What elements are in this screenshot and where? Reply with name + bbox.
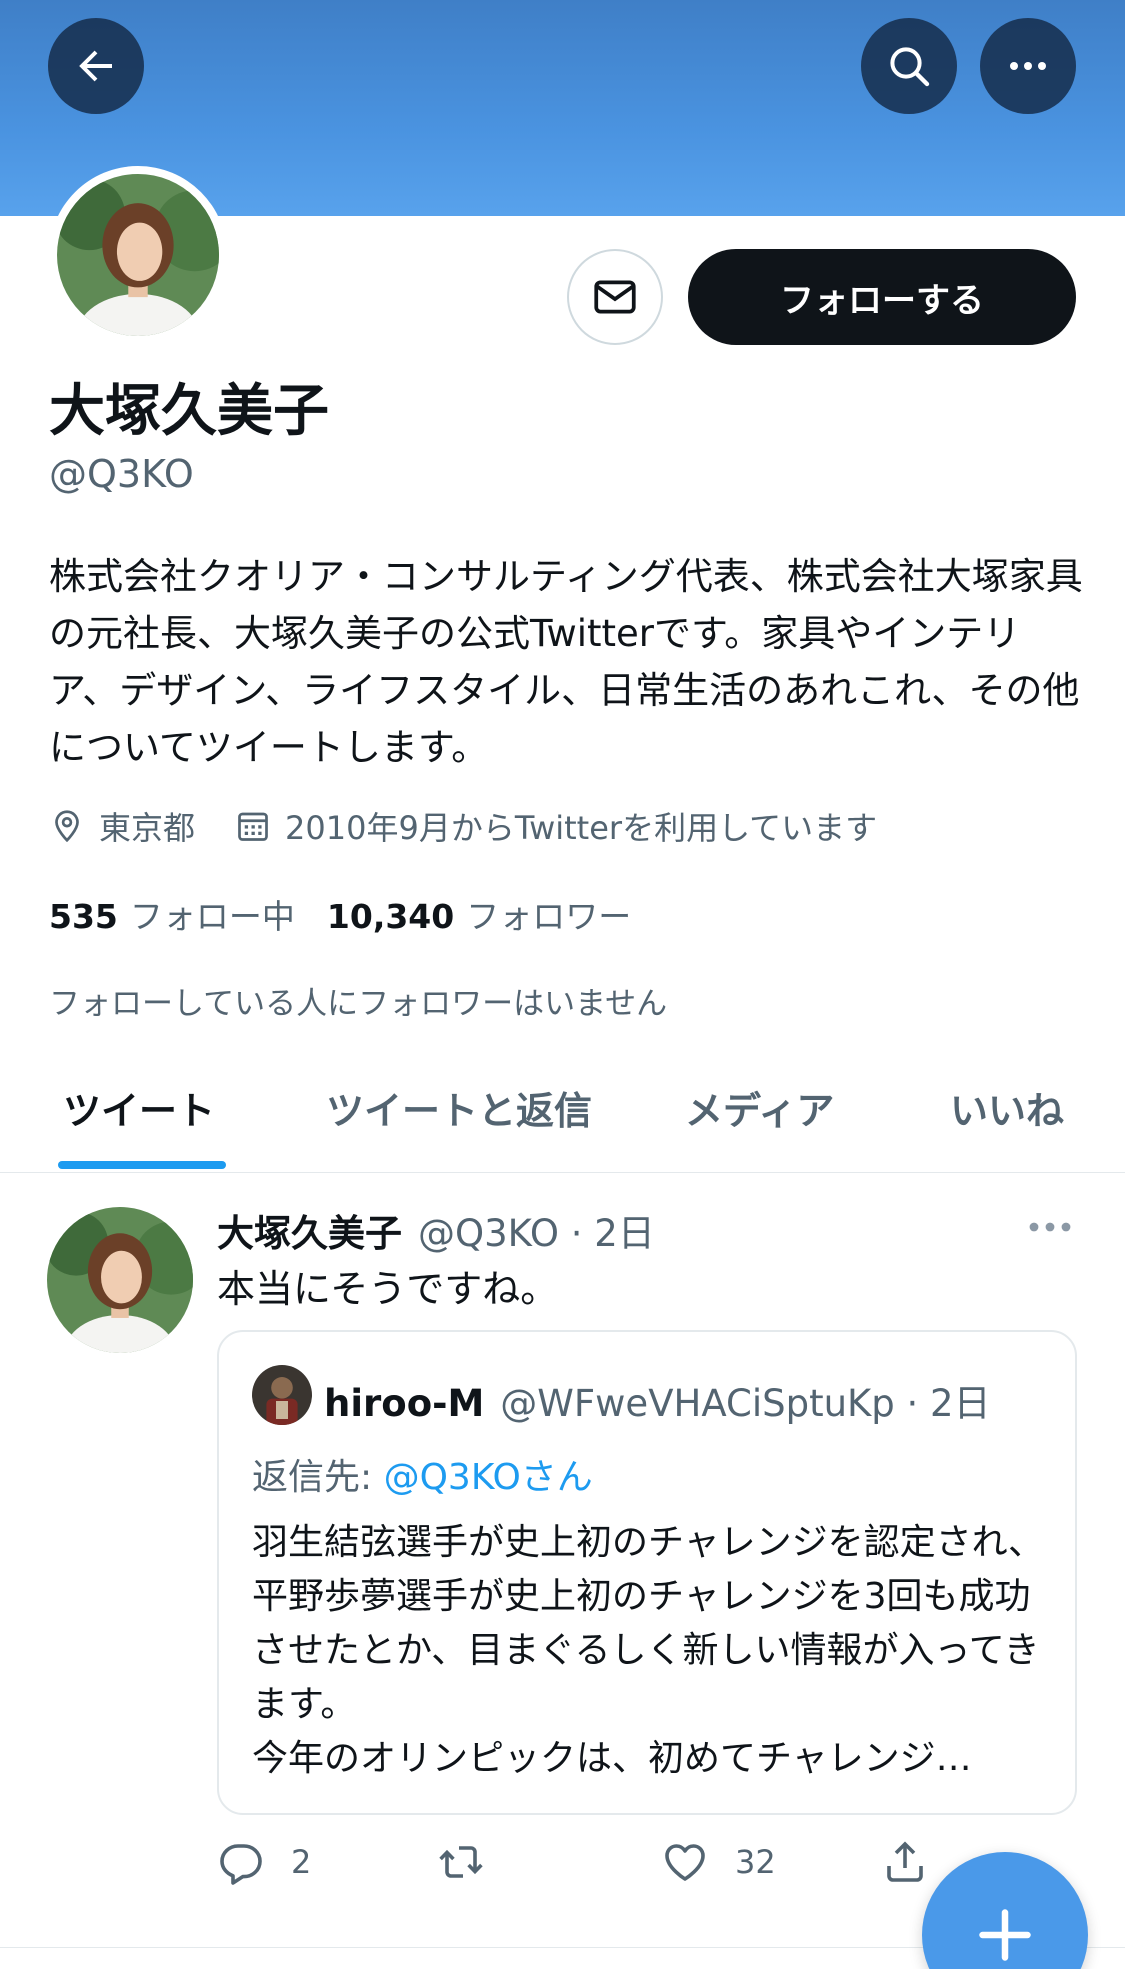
heart-icon (665, 1844, 705, 1881)
following-count: 535 (49, 897, 118, 936)
share-icon (887, 1841, 923, 1882)
profile-meta: 東京都 2010年9月からTwitterを利用しています (49, 804, 877, 848)
quoted-author-avatar (252, 1365, 312, 1425)
more-horizontal-icon (1029, 1222, 1071, 1232)
profile-display-name: 大塚久美子 (49, 379, 329, 444)
profile-tabs: ツイート ツイートと返信 メディア いいね (0, 1060, 1125, 1173)
retweet-icon (439, 1846, 483, 1878)
like-button[interactable]: 32 (661, 1838, 776, 1886)
follow-counts: 535 フォロー中 10,340 フォロワー (49, 890, 631, 938)
reply-prefix: 返信先: (252, 1457, 384, 1498)
tab-likes[interactable]: いいね (950, 1080, 1064, 1135)
tweet-author-name[interactable]: 大塚久美子 (217, 1203, 402, 1257)
reply-icon (220, 1844, 262, 1885)
avatar-photo (57, 174, 219, 336)
tab-tweets-and-replies[interactable]: ツイートと返信 (326, 1080, 592, 1135)
location: 東京都 (49, 803, 195, 849)
tab-media[interactable]: メディア (685, 1080, 834, 1135)
tweet-header: 大塚久美子 @Q3KO · 2日 (217, 1203, 655, 1257)
profile-handle: @Q3KO (49, 452, 194, 496)
followers-label: フォロワー (466, 897, 632, 936)
quoted-tweet-header: hiroo-M @WFweVHACiSptuKp · 2日 (324, 1373, 991, 1427)
followers-count: 10,340 (326, 897, 455, 936)
profile-bio: 株式会社クオリア・コンサルティング代表、株式会社大塚家具の元社長、大塚久美子の公… (49, 555, 1083, 769)
join-date-text: 2010年9月からTwitterを利用しています (285, 809, 878, 847)
reply-count: 2 (291, 1843, 312, 1881)
followers-you-know: フォローしている人にフォロワーはいません (49, 986, 668, 1022)
reply-button[interactable]: 2 (217, 1838, 311, 1886)
join-date: 2010年9月からTwitterを利用しています (235, 803, 877, 849)
quoted-author-name: hiroo-M (324, 1382, 485, 1425)
arrow-left-icon (79, 50, 112, 82)
tweet-text: 本当にそうですね。 (217, 1267, 559, 1311)
location-text: 東京都 (99, 809, 196, 847)
reply-mention-link[interactable]: @Q3KOさん (384, 1457, 593, 1498)
plus-icon (979, 1909, 1031, 1961)
following-label: フォロー中 (129, 897, 295, 936)
active-tab-indicator (58, 1161, 226, 1169)
calendar-icon (238, 812, 268, 841)
like-count: 32 (735, 1843, 776, 1881)
share-button[interactable] (881, 1838, 929, 1886)
mail-icon (594, 280, 636, 314)
retweet-button[interactable] (437, 1838, 511, 1886)
avatar-photo (252, 1365, 312, 1425)
more-horizontal-icon (1010, 62, 1046, 70)
avatar-photo (47, 1207, 193, 1353)
message-button[interactable] (567, 249, 663, 345)
tweet-author-handle-time: @Q3KO · 2日 (418, 1212, 655, 1255)
quoted-reply-to: 返信先: @Q3KOさん (252, 1448, 593, 1500)
search-icon (890, 47, 930, 87)
quoted-tweet-text: 羽生結弦選手が史上初のチャレンジを認定され、平野歩夢選手が史上初のチャレンジを3… (252, 1516, 1052, 1786)
tweet-more-button[interactable] (1026, 1210, 1074, 1244)
followers-link[interactable]: 10,340 フォロワー (327, 890, 631, 938)
location-pin-icon (55, 810, 79, 843)
quoted-text-body: 羽生結弦選手が史上初のチャレンジを認定され、平野歩夢選手が史上初のチャレンジを3… (252, 1522, 1045, 1779)
back-button[interactable] (48, 18, 144, 114)
following-link[interactable]: 535 フォロー中 (49, 890, 295, 938)
more-button[interactable] (980, 18, 1076, 114)
quoted-author-handle-time: @WFweVHACiSptuKp · 2日 (500, 1382, 991, 1425)
search-button[interactable] (861, 18, 957, 114)
tab-tweets[interactable]: ツイート (63, 1080, 215, 1135)
follow-button[interactable]: フォローする (688, 249, 1076, 345)
profile-avatar[interactable] (49, 166, 227, 344)
tweet-author-avatar[interactable] (47, 1207, 193, 1353)
